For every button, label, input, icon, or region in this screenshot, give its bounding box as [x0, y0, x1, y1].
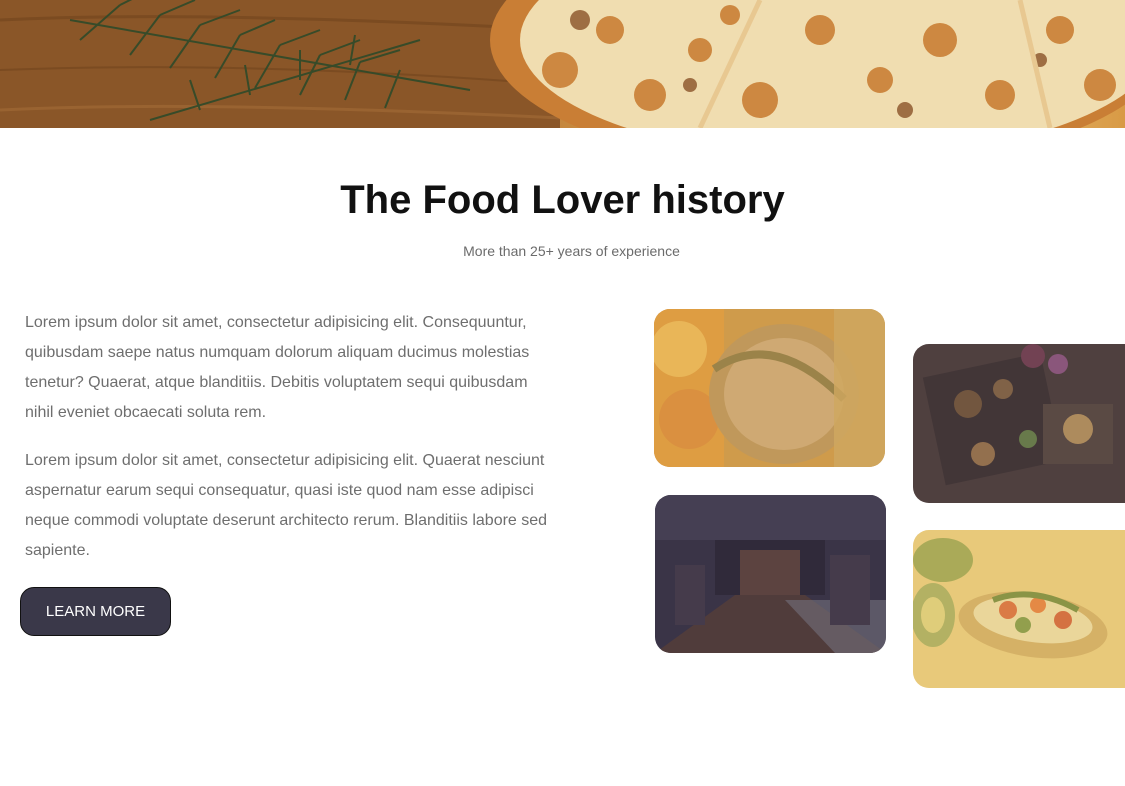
hero-banner-image — [0, 0, 1125, 128]
gallery-image-restaurant-interior — [655, 495, 886, 653]
intro-paragraph-1: Lorem ipsum dolor sit amet, consectetur … — [25, 314, 530, 421]
gallery-image-platter — [913, 344, 1125, 503]
intro-paragraph-2: Lorem ipsum dolor sit amet, consectetur … — [25, 452, 548, 559]
learn-more-button[interactable]: LEARN MORE — [20, 587, 171, 636]
gallery-image-roast-meat — [654, 309, 885, 467]
page-subtitle: More than 25+ years of experience — [463, 243, 680, 259]
page-title: The Food Lover history — [340, 178, 785, 222]
gallery-image-avocado-toast — [913, 530, 1125, 688]
